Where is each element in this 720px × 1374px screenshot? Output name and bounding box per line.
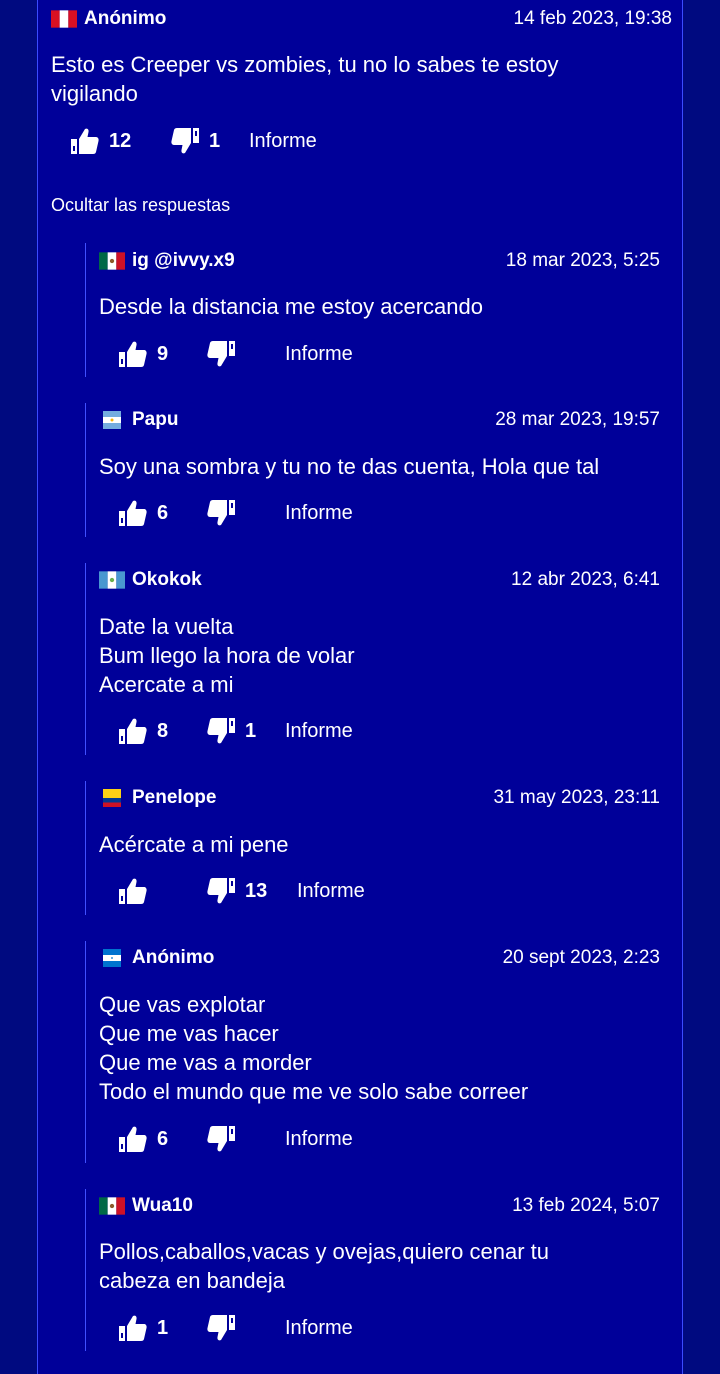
thumbs-down-icon: [207, 1126, 235, 1152]
thumbs-up-icon: [119, 1126, 147, 1152]
comment-author[interactable]: Anónimo: [84, 7, 166, 31]
comment-text: Pollos,caballos,vacas y ovejas,quiero ce…: [99, 1239, 550, 1293]
report-link[interactable]: Informe: [285, 715, 353, 747]
comment-date: 31 may 2023, 23:11: [493, 787, 660, 808]
comment-date: 28 mar 2023, 19:57: [495, 409, 660, 430]
flag-argentina-icon: [99, 411, 125, 429]
dislike-button[interactable]: 1: [205, 715, 256, 747]
flag-guatemala-icon: [99, 571, 125, 589]
comment-header: Anónimo 20 sept 2023, 2:23: [99, 946, 660, 970]
comment-actions: 6 Informe: [117, 1123, 637, 1155]
flag-honduras-icon: [99, 949, 125, 967]
dislike-button[interactable]: [205, 1123, 245, 1155]
comments-panel: Anónimo 14 feb 2023, 19:38 Esto es Creep…: [37, 0, 683, 1374]
thumbs-up-icon: [71, 128, 99, 154]
comment-header: ig @ivvy.x9 18 mar 2023, 5:25: [99, 249, 660, 273]
like-count: 6: [157, 1128, 169, 1150]
dislike-button[interactable]: [205, 338, 245, 370]
thumbs-down-icon: [207, 500, 235, 526]
comment-author[interactable]: Papu: [132, 408, 178, 432]
like-count: 6: [157, 502, 169, 524]
comment-header: Papu 28 mar 2023, 19:57: [99, 408, 660, 432]
thumbs-down-icon: [207, 718, 235, 744]
comment-text: Desde la distancia me estoy acercando: [99, 294, 483, 319]
thumbs-up-icon: [119, 718, 147, 744]
thumbs-down-icon: [171, 128, 199, 154]
comment-text: Date la vuelta Bum llego la hora de vola…: [99, 614, 355, 697]
report-link[interactable]: Informe: [297, 875, 365, 907]
thumbs-down-icon: [207, 878, 235, 904]
like-button[interactable]: 12: [69, 125, 131, 157]
like-count: 8: [157, 720, 169, 742]
dislike-count: 13: [245, 880, 268, 902]
flag-peru-icon: [51, 10, 77, 28]
comment-date: 14 feb 2023, 19:38: [513, 8, 672, 29]
like-button[interactable]: 9: [117, 338, 168, 370]
comment-text: Soy una sombra y tu no te das cuenta, Ho…: [99, 454, 600, 479]
comment-actions: 13 Informe: [117, 875, 637, 907]
reply-comment: Wua10 13 feb 2024, 5:07 Pollos,caballos,…: [85, 1189, 660, 1351]
comment-date: 18 mar 2023, 5:25: [505, 250, 660, 271]
thumbs-up-icon: [119, 500, 147, 526]
report-link[interactable]: Informe: [285, 497, 353, 529]
comment-text: Esto es Creeper vs zombies, tu no lo sab…: [51, 52, 559, 106]
comment-author[interactable]: Okokok: [132, 568, 202, 592]
main-comment: Anónimo 14 feb 2023, 19:38 Esto es Creep…: [51, 0, 672, 170]
dislike-button[interactable]: 13: [205, 875, 267, 907]
comment-text: Que vas explotar Que me vas hacer Que me…: [99, 992, 529, 1104]
comment-author[interactable]: ig @ivvy.x9: [132, 249, 235, 273]
like-button[interactable]: 6: [117, 1123, 168, 1155]
comment-header: Anónimo 14 feb 2023, 19:38: [51, 7, 672, 31]
comment-date: 20 sept 2023, 2:23: [502, 947, 660, 968]
comment-date: 12 abr 2023, 6:41: [511, 569, 660, 590]
report-link[interactable]: Informe: [285, 1312, 353, 1344]
flag-mexico-icon: [99, 1197, 125, 1215]
dislike-button[interactable]: 1: [169, 125, 220, 157]
like-button[interactable]: [117, 875, 157, 907]
like-count: 1: [157, 1317, 169, 1339]
comment-header: Penelope 31 may 2023, 23:11: [99, 786, 660, 810]
comment-date: 13 feb 2024, 5:07: [512, 1195, 660, 1216]
like-button[interactable]: 8: [117, 715, 168, 747]
hide-replies-link[interactable]: Ocultar las respuestas: [51, 193, 230, 217]
thumbs-up-icon: [119, 878, 147, 904]
comment-header: Okokok 12 abr 2023, 6:41: [99, 568, 660, 592]
dislike-count: 1: [209, 130, 221, 152]
like-count: 9: [157, 343, 169, 365]
like-count: 12: [109, 130, 132, 152]
report-link[interactable]: Informe: [285, 1123, 353, 1155]
like-button[interactable]: 1: [117, 1312, 168, 1344]
reply-comment: ig @ivvy.x9 18 mar 2023, 5:25 Desde la d…: [85, 243, 660, 377]
comment-header: Wua10 13 feb 2024, 5:07: [99, 1194, 660, 1218]
thumbs-down-icon: [207, 341, 235, 367]
reply-comment: Papu 28 mar 2023, 19:57 Soy una sombra y…: [85, 403, 660, 537]
flag-colombia-icon: [99, 789, 125, 807]
comment-author[interactable]: Anónimo: [132, 946, 214, 970]
dislike-count: 1: [245, 720, 257, 742]
comment-author[interactable]: Penelope: [132, 786, 216, 810]
comment-actions: 6 Informe: [117, 497, 637, 529]
dislike-button[interactable]: [205, 497, 245, 529]
report-link[interactable]: Informe: [249, 125, 317, 157]
comment-actions: 1 Informe: [117, 1312, 637, 1344]
reply-comment: Okokok 12 abr 2023, 6:41 Date la vuelta …: [85, 563, 660, 755]
reply-comment: Anónimo 20 sept 2023, 2:23 Que vas explo…: [85, 941, 660, 1163]
comment-text: Acércate a mi pene: [99, 832, 289, 857]
comment-actions: 8 1 Informe: [117, 715, 637, 747]
dislike-button[interactable]: [205, 1312, 245, 1344]
thumbs-down-icon: [207, 1315, 235, 1341]
comment-actions: 12 1 Informe: [69, 125, 669, 157]
report-link[interactable]: Informe: [285, 338, 353, 370]
comment-actions: 9 Informe: [117, 338, 637, 370]
comment-author[interactable]: Wua10: [132, 1194, 193, 1218]
reply-comment: Penelope 31 may 2023, 23:11 Acércate a m…: [85, 781, 660, 915]
thumbs-up-icon: [119, 1315, 147, 1341]
thumbs-up-icon: [119, 341, 147, 367]
flag-mexico-icon: [99, 252, 125, 270]
like-button[interactable]: 6: [117, 497, 168, 529]
